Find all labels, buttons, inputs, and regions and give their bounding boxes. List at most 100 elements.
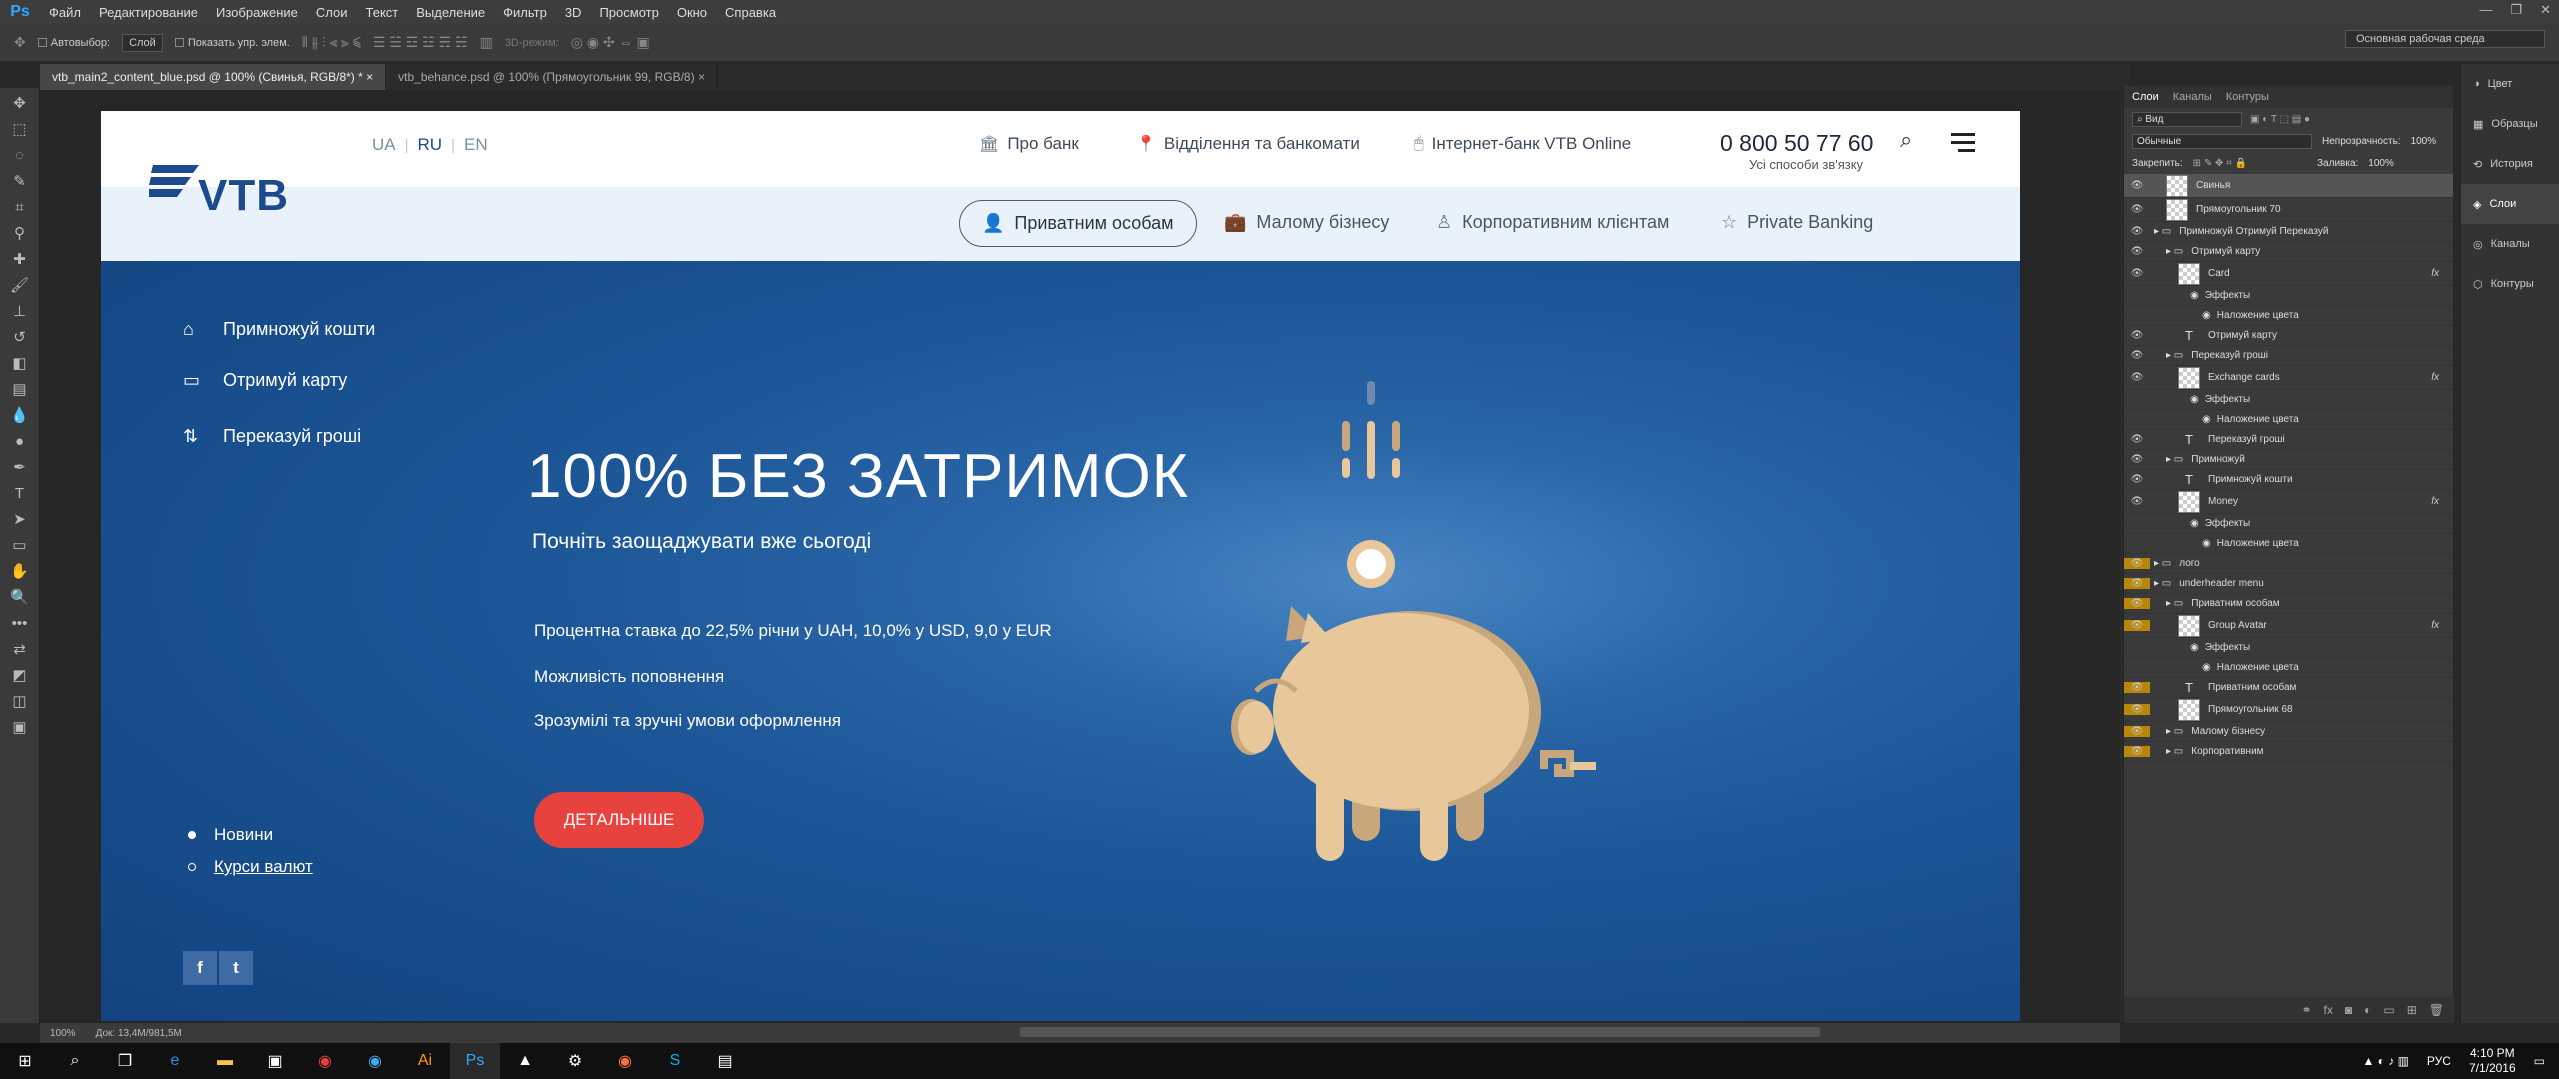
layer-row[interactable]: 👁 T Примножуй кошти (2124, 470, 2453, 490)
effect-eye-icon[interactable]: ◉ (2202, 662, 2211, 673)
menu-select[interactable]: Выделение (407, 5, 494, 20)
visibility-eye-icon[interactable]: 👁 (2124, 682, 2150, 693)
nav-about[interactable]: 🏛 Про банк (979, 134, 1079, 154)
shape-tool-icon[interactable]: ▭ (8, 536, 32, 555)
close-icon[interactable]: ✕ (2540, 2, 2551, 18)
search-icon[interactable]: ⌕ (50, 1043, 100, 1079)
restore-icon[interactable]: ❐ (2510, 2, 2522, 18)
eraser-tool-icon[interactable]: ◧ (8, 354, 32, 373)
photoshop-taskbar-icon[interactable]: Ps (450, 1043, 500, 1079)
effect-eye-icon[interactable]: ◉ (2190, 290, 2199, 301)
visibility-eye-icon[interactable]: 👁 (2124, 474, 2150, 485)
layer-row[interactable]: 👁 ▸ ▭ лого (2124, 554, 2453, 574)
nav-branches[interactable]: 📍 Відділення та банкомати (1136, 134, 1360, 154)
tab-layers[interactable]: Слои (2132, 91, 2159, 103)
layer-row[interactable]: 👁 ▸ ▭ Малому бізнесу (2124, 722, 2453, 742)
layer-row[interactable]: 👁 ▸ ▭ Отримуй карту (2124, 242, 2453, 262)
skype-icon[interactable]: S (650, 1043, 700, 1079)
layer-row[interactable]: ◉ Эффекты (2124, 638, 2453, 658)
horizontal-scrollbar[interactable] (1020, 1027, 1820, 1037)
align-icons[interactable]: ⫴ ⫵ ⫶ ⫷ ⫸ ⫹ (302, 34, 361, 51)
visibility-eye-icon[interactable]: 👁 (2124, 704, 2150, 715)
visibility-eye-icon[interactable]: 👁 (2124, 372, 2150, 383)
effect-eye-icon[interactable]: ◉ (2190, 518, 2199, 529)
fx-badge[interactable]: fx (2431, 268, 2439, 279)
close-icon[interactable]: × (366, 70, 373, 84)
dock-paths[interactable]: ⬡ Контуры (2461, 264, 2559, 304)
link-layers-icon[interactable]: ⚭ (2301, 1003, 2311, 1017)
healing-tool-icon[interactable]: ✚ (8, 250, 32, 269)
layer-row[interactable]: ◉ Эффекты (2124, 390, 2453, 410)
facebook-icon[interactable]: f (183, 951, 217, 985)
store-icon[interactable]: ▣ (250, 1043, 300, 1079)
visibility-eye-icon[interactable]: 👁 (2124, 578, 2150, 589)
filter-icons[interactable]: ▣ ◐ T ⬚ ▤ ● (2250, 114, 2310, 125)
layer-row[interactable]: 👁 ▸ ▭ Корпоративним (2124, 742, 2453, 762)
dodge-tool-icon[interactable]: ● (8, 432, 32, 451)
layer-row[interactable]: 👁 Group Avatar fx (2124, 614, 2453, 638)
layer-row[interactable]: ◉ Наложение цвета (2124, 410, 2453, 430)
menu-image[interactable]: Изображение (207, 5, 307, 20)
subnav-private-banking[interactable]: ☆ Private Banking (1721, 212, 1873, 233)
visibility-eye-icon[interactable]: 👁 (2124, 496, 2150, 507)
web-page-canvas[interactable]: VTB UA | RU | EN 🏛 Про банк 📍 Відділення т… (101, 111, 2020, 1021)
fx-badge[interactable]: fx (2431, 620, 2439, 631)
layer-row[interactable]: 👁 T Переказуй гроші (2124, 430, 2453, 450)
dock-layers[interactable]: ◈ Слои (2461, 184, 2559, 224)
layer-row[interactable]: 👁 Прямоугольник 68 (2124, 698, 2453, 722)
visibility-eye-icon[interactable]: 👁 (2124, 350, 2150, 361)
visibility-eye-icon[interactable]: 👁 (2124, 268, 2150, 279)
visibility-eye-icon[interactable]: 👁 (2124, 746, 2150, 757)
menu-window[interactable]: Окно (668, 5, 716, 20)
visibility-eye-icon[interactable]: 👁 (2124, 246, 2150, 257)
subnav-small-business[interactable]: 💼 Малому бізнесу (1224, 212, 1389, 233)
file-explorer-icon[interactable]: ▬ (200, 1043, 250, 1079)
details-button[interactable]: ДЕТАЛЬНІШЕ (534, 792, 704, 848)
3d-tools-icons[interactable]: ◎ ◉ ✣ ⇔ ▣ (571, 34, 650, 51)
blur-tool-icon[interactable]: 💧 (8, 406, 32, 425)
swap-colors-icon[interactable]: ⇄ (8, 640, 32, 659)
side-link-multiply[interactable]: ⌂ Примножуй кошти (183, 319, 375, 340)
marquee-tool-icon[interactable]: ⬚ (8, 120, 32, 139)
more-tools-icon[interactable]: ••• (8, 614, 32, 633)
crop-tool-icon[interactable]: ⌗ (8, 198, 32, 217)
menu-help[interactable]: Справка (716, 5, 785, 20)
autoselect-checkbox[interactable]: Автовыбор: (37, 37, 110, 49)
minimize-icon[interactable]: — (2479, 2, 2492, 18)
notifications-icon[interactable]: ▭ (2534, 1054, 2545, 1068)
adjustment-layer-icon[interactable]: ◐ (2364, 1003, 2371, 1017)
task-view-icon[interactable]: ❐ (100, 1043, 150, 1079)
tab-vtb-behance[interactable]: vtb_behance.psd @ 100% (Прямоугольник 99… (386, 64, 718, 90)
move-tool-icon[interactable]: ✥ (14, 34, 26, 51)
path-select-icon[interactable]: ➤ (8, 510, 32, 529)
menu-3d[interactable]: 3D (556, 5, 591, 20)
delete-layer-icon[interactable]: 🗑 (2429, 1003, 2444, 1017)
effect-eye-icon[interactable]: ◉ (2202, 538, 2211, 549)
layer-row[interactable]: 👁 Exchange cards fx (2124, 366, 2453, 390)
visibility-eye-icon[interactable]: 👁 (2124, 454, 2150, 465)
radio-news[interactable]: Новини (188, 825, 273, 845)
distribute-icons[interactable]: ☰ ☱ ☲ ☳ ☴ ☵ (373, 34, 468, 51)
lang-en[interactable]: EN (464, 135, 488, 155)
filter-kind-select[interactable]: ⌕ Вид (2132, 111, 2242, 127)
menu-layers[interactable]: Слои (307, 5, 357, 20)
layer-row[interactable]: ◉ Эффекты (2124, 286, 2453, 306)
dock-swatches[interactable]: ▦ Образцы (2461, 104, 2559, 144)
opacity-value[interactable]: 100% (2411, 136, 2437, 147)
layer-row[interactable]: 👁 ▸ ▭ Приватним особам (2124, 594, 2453, 614)
settings-icon[interactable]: ⚙ (550, 1043, 600, 1079)
pen-tool-icon[interactable]: ✒ (8, 458, 32, 477)
photos-icon[interactable]: ▲ (500, 1043, 550, 1079)
lock-icons[interactable]: ⊞ ✎ ✥ ⌗ 🔒 (2193, 158, 2247, 169)
new-layer-icon[interactable]: ⊞ (2407, 1003, 2417, 1017)
subnav-corporate[interactable]: ♙ Корпоративним клієнтам (1436, 212, 1669, 233)
menu-edit[interactable]: Редактирование (90, 5, 207, 20)
winrar-icon[interactable]: ▤ (700, 1043, 750, 1079)
zoom-tool-icon[interactable]: 🔍 (8, 588, 32, 607)
hand-tool-icon[interactable]: ✋ (8, 562, 32, 581)
move-tool-icon[interactable]: ✥ (8, 94, 32, 113)
layer-row[interactable]: 👁 ▸ ▭ Примножуй Отримуй Переказуй (2124, 222, 2453, 242)
workspace-select[interactable]: Основная рабочая среда (2345, 30, 2545, 48)
effect-eye-icon[interactable]: ◉ (2202, 310, 2211, 321)
add-mask-icon[interactable]: ◙ (2345, 1003, 2352, 1017)
